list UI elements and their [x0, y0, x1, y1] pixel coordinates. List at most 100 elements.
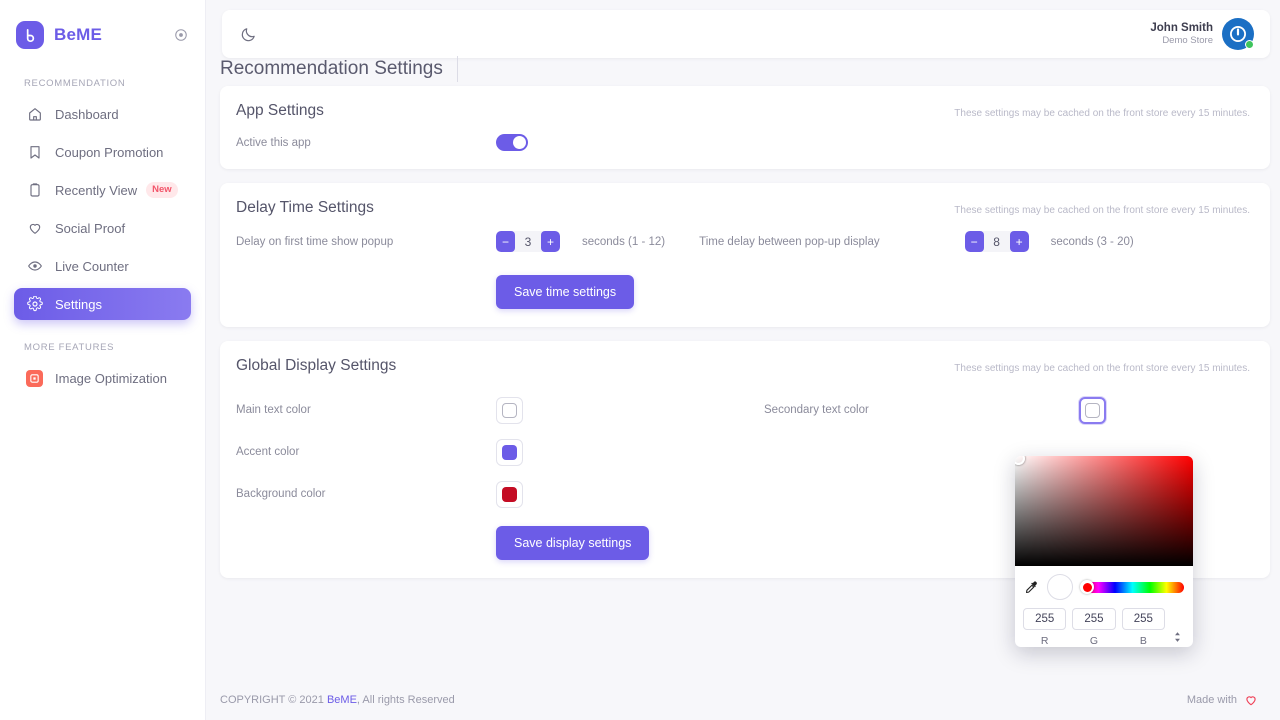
copyright-prefix: COPYRIGHT © 2021	[220, 694, 327, 706]
card-body: Active this app	[220, 120, 1270, 169]
main-text-color-swatch[interactable]	[496, 396, 523, 424]
toggle-knob	[513, 136, 526, 149]
accent-color-swatch[interactable]	[496, 438, 523, 466]
nav-section-more-features: MORE FEATURES	[24, 342, 115, 353]
rgb-inputs-row: R G B	[1015, 604, 1193, 647]
brand-name: BeME	[54, 25, 103, 44]
copyright: COPYRIGHT © 2021 BeME, All rights Reserv…	[220, 694, 455, 706]
first-delay-label: Delay on first time show popup	[236, 235, 394, 248]
sidebar-item-settings[interactable]: Settings	[14, 288, 191, 320]
cache-note: These settings may be cached on the fron…	[954, 363, 1250, 374]
sidebar: BeME RECOMMENDATION Dashboard Coupon Pro…	[0, 0, 206, 720]
between-delay-label: Time delay between pop-up display	[699, 235, 880, 248]
avatar[interactable]	[1222, 18, 1254, 50]
background-color-swatch[interactable]	[496, 480, 523, 508]
saturation-handle[interactable]	[1015, 456, 1025, 465]
sidebar-item-label: Social Proof	[55, 220, 126, 236]
secondary-text-color-label: Secondary text color	[764, 404, 869, 416]
green-label: G	[1089, 635, 1099, 647]
first-delay-hint: seconds (1 - 12)	[582, 235, 666, 248]
made-with-label: Made with	[1186, 694, 1237, 706]
red-input[interactable]	[1023, 608, 1067, 630]
color-chip	[1084, 402, 1100, 418]
sidebar-item-recently-view[interactable]: Recently View New	[14, 174, 191, 206]
card-title: Global Display Settings	[236, 357, 397, 374]
between-delay-stepper[interactable]: − 8 +	[964, 231, 1029, 252]
page-title: Recommendation Settings	[220, 56, 458, 82]
blue-input[interactable]	[1121, 608, 1165, 630]
first-delay-decrement-button[interactable]: −	[496, 231, 515, 252]
save-time-settings-button[interactable]: Save time settings	[496, 275, 635, 309]
between-delay-decrement-button[interactable]: −	[964, 231, 984, 252]
user-store: Demo Store	[1162, 35, 1213, 47]
collapse-circle-icon[interactable]	[173, 27, 189, 43]
updown-arrows-icon[interactable]	[1171, 608, 1185, 647]
color-chip	[502, 486, 517, 502]
footer: COPYRIGHT © 2021 BeME, All rights Reserv…	[206, 680, 1280, 720]
rgb-cell-g: G	[1072, 608, 1116, 647]
accent-color-label: Accent color	[236, 446, 300, 458]
card-body: Delay on first time show popup − 3 + sec…	[220, 217, 1270, 327]
user-name: John Smith	[1150, 21, 1213, 34]
saturation-value-area[interactable]	[1015, 456, 1193, 566]
delay-row: Delay on first time show popup − 3 + sec…	[236, 231, 1254, 252]
sidebar-item-label: Image Optimization	[55, 370, 167, 386]
eye-icon	[26, 258, 43, 275]
secondary-text-color-swatch[interactable]	[1078, 396, 1106, 424]
color-chip	[502, 402, 517, 418]
brand: BeME	[0, 0, 205, 56]
gear-icon	[26, 296, 43, 313]
user-menu[interactable]: John Smith Demo Store	[1150, 18, 1254, 50]
between-delay-increment-button[interactable]: +	[1009, 231, 1029, 252]
sidebar-item-label: Coupon Promotion	[55, 144, 164, 160]
card-header: App Settings These settings may be cache…	[220, 86, 1270, 120]
status-badge-online	[1245, 40, 1254, 49]
red-label: R	[1040, 635, 1049, 647]
active-app-label: Active this app	[236, 136, 311, 149]
rgb-cell-b: B	[1121, 608, 1165, 647]
color-chip	[502, 444, 517, 460]
user-meta: John Smith Demo Store	[1150, 21, 1213, 47]
main-text-color-label: Main text color	[236, 404, 311, 416]
cache-note: These settings may be cached on the fron…	[954, 108, 1250, 119]
nav-section-recommendation: RECOMMENDATION	[24, 78, 126, 89]
heart-icon	[1244, 693, 1258, 707]
sidebar-item-label: Dashboard	[55, 106, 119, 122]
sidebar-item-dashboard[interactable]: Dashboard	[14, 98, 191, 130]
copyright-suffix: , All rights Reserved	[356, 694, 455, 706]
topbar: John Smith Demo Store	[222, 10, 1270, 58]
sidebar-item-label: Settings	[55, 296, 102, 312]
sidebar-item-image-optimization[interactable]: Image Optimization	[14, 362, 191, 394]
cache-note: These settings may be cached on the fron…	[954, 205, 1250, 216]
active-app-toggle[interactable]	[496, 134, 528, 151]
beme-logo-icon	[16, 21, 44, 49]
clipboard-icon	[26, 182, 43, 199]
image-optimization-icon	[26, 369, 43, 387]
footer-made-with: Made with	[1187, 693, 1258, 707]
between-delay-value: 8	[993, 234, 1000, 249]
card-title: Delay Time Settings	[236, 199, 374, 216]
moon-icon[interactable]	[240, 26, 257, 43]
color-preview-circle	[1047, 574, 1073, 600]
app-root: BeME RECOMMENDATION Dashboard Coupon Pro…	[0, 0, 1280, 720]
green-input[interactable]	[1072, 608, 1116, 630]
footer-brand-link[interactable]: BeME	[327, 694, 357, 706]
hue-handle[interactable]	[1080, 580, 1094, 594]
color-picker-popup[interactable]: R G B	[1015, 456, 1193, 647]
first-delay-increment-button[interactable]: +	[541, 231, 560, 252]
sidebar-item-label: Recently View	[55, 182, 138, 198]
save-display-settings-button[interactable]: Save display settings	[496, 526, 650, 560]
sidebar-item-coupon-promotion[interactable]: Coupon Promotion	[14, 136, 191, 168]
status-badge-new: New	[146, 182, 178, 198]
eyedropper-icon[interactable]	[1024, 580, 1040, 595]
picker-controls	[1015, 566, 1193, 604]
card-title: App Settings	[236, 102, 324, 119]
hue-slider[interactable]	[1080, 580, 1184, 594]
first-delay-stepper[interactable]: − 3 +	[496, 231, 560, 252]
sidebar-item-social-proof[interactable]: Social Proof	[14, 212, 191, 244]
home-icon	[26, 106, 43, 123]
sidebar-item-label: Live Counter	[55, 258, 129, 274]
card-header: Delay Time Settings These settings may b…	[220, 183, 1270, 217]
blue-label: B	[1139, 635, 1147, 647]
sidebar-item-live-counter[interactable]: Live Counter	[14, 250, 191, 282]
